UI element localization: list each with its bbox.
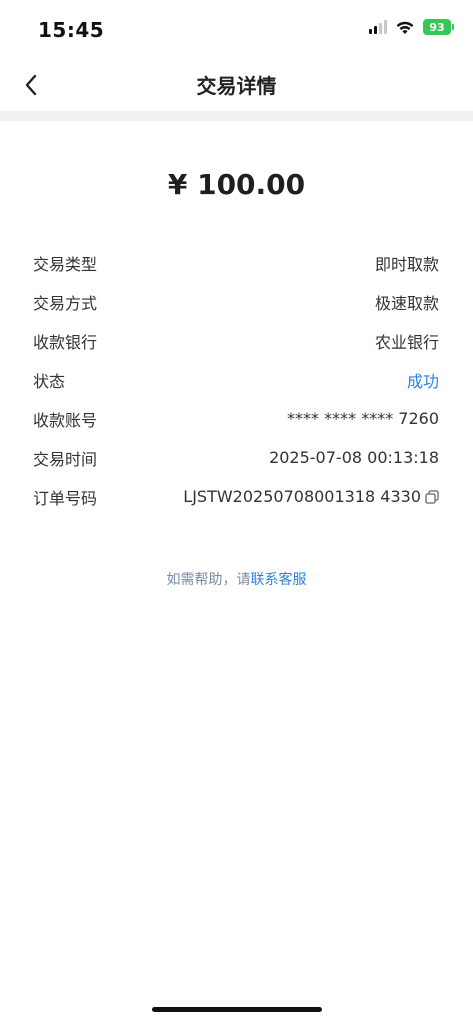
transaction-amount: ¥ 100.00 [167, 168, 306, 201]
detail-row-bank: 收款银行 农业银行 [33, 321, 439, 360]
help-text: 如需帮助，请联系客服 [0, 569, 473, 589]
detail-row-method: 交易方式 极速取款 [33, 282, 439, 321]
status-time: 15:45 [38, 18, 105, 42]
detail-value: 即时取款 [374, 254, 439, 274]
detail-label: 订单号码 [33, 488, 98, 508]
detail-value: 极速取款 [374, 293, 439, 313]
detail-row-type: 交易类型 即时取款 [33, 243, 439, 282]
copy-icon[interactable] [425, 489, 439, 504]
order-number-text: LJSTW20250708001318 4330 [183, 487, 421, 506]
wifi-icon [396, 21, 414, 34]
help-prefix: 如需帮助，请 [166, 572, 251, 588]
detail-row-account: 收款账号 **** **** **** 7260 [33, 399, 439, 438]
detail-value: 2025-07-08 00:13:18 [269, 448, 439, 467]
detail-label: 交易方式 [33, 293, 98, 313]
detail-label: 收款账号 [33, 410, 98, 430]
home-indicator [152, 1007, 322, 1012]
nav-bar: 交易详情 [0, 60, 473, 110]
detail-label: 交易时间 [33, 449, 98, 469]
status-bar: 15:45 93 [0, 0, 473, 60]
status-value: 成功 [406, 371, 439, 391]
detail-value: **** **** **** 7260 [287, 409, 439, 428]
detail-label: 交易类型 [33, 254, 98, 274]
order-number-value: LJSTW20250708001318 4330 [183, 487, 439, 506]
battery-icon: 93 [423, 19, 454, 35]
detail-row-status: 状态 成功 [33, 360, 439, 399]
status-icons: 93 [369, 19, 454, 35]
page-title: 交易详情 [196, 74, 277, 98]
detail-row-time: 交易时间 2025-07-08 00:13:18 [33, 438, 439, 477]
section-divider [0, 111, 473, 121]
detail-label: 收款银行 [33, 332, 98, 352]
detail-label: 状态 [33, 371, 66, 391]
detail-value: 农业银行 [374, 332, 439, 352]
detail-list: 交易类型 即时取款 交易方式 极速取款 收款银行 农业银行 状态 成功 收款账号… [33, 243, 439, 516]
contact-support-link[interactable]: 联系客服 [251, 572, 307, 588]
detail-row-order: 订单号码 LJSTW20250708001318 4330 [33, 477, 439, 516]
cellular-signal-icon [369, 20, 387, 34]
